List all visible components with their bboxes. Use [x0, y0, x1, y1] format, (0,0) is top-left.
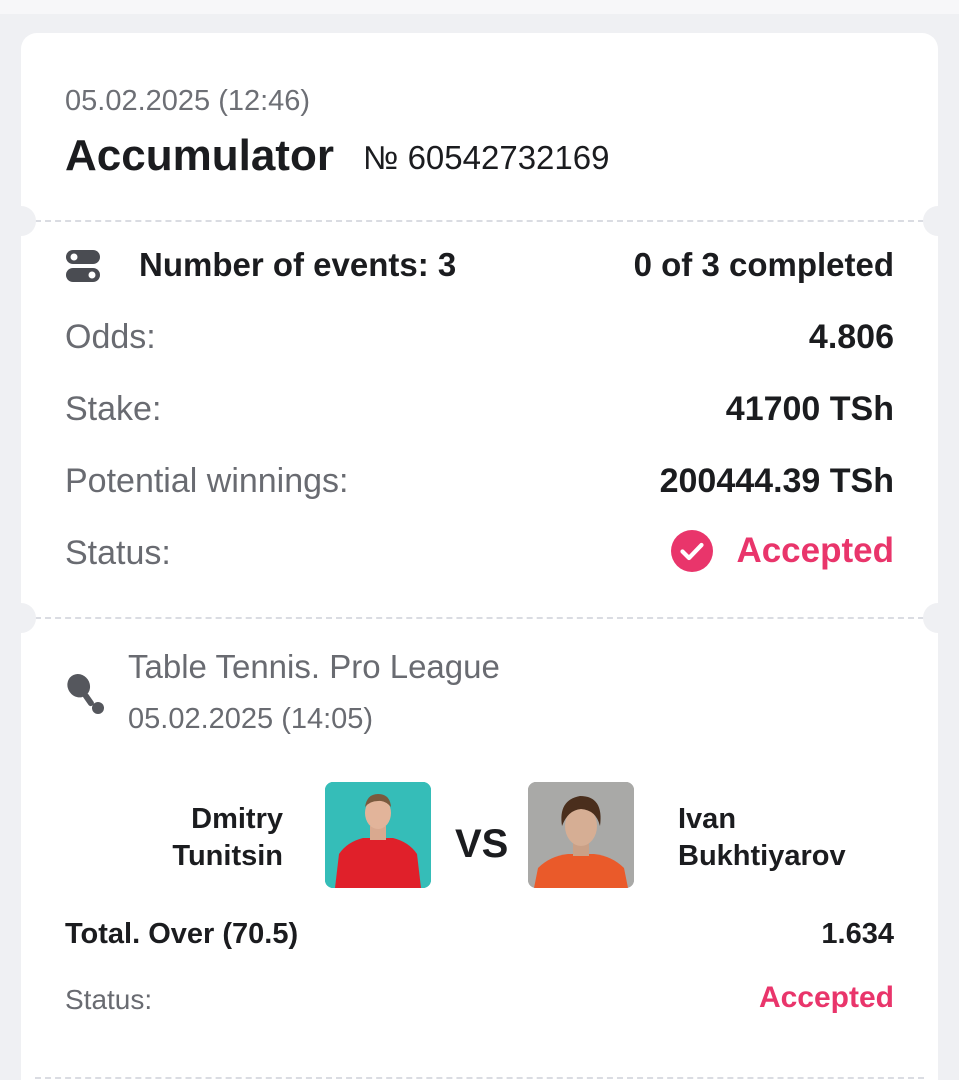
- ticket-notch-left: [6, 603, 36, 633]
- versus-label: VS: [455, 822, 509, 866]
- stake-value: 41700 TSh: [725, 390, 894, 428]
- check-circle-icon: [671, 530, 714, 572]
- odds-value: 4.806: [808, 318, 894, 356]
- market-odds: 1.634: [821, 918, 894, 950]
- table-tennis-icon: [67, 674, 104, 714]
- events-count-label: Number of events: 3: [139, 246, 457, 283]
- ticket-notch-right: [923, 206, 953, 236]
- status-label: Status:: [65, 534, 171, 572]
- market-label: Total. Over (70.5): [65, 918, 299, 950]
- event-date: 05.02.2025 (14:05): [128, 703, 374, 735]
- event-status-value: Accepted: [758, 981, 894, 1014]
- league-name: Table Tennis. Pro League: [128, 648, 500, 685]
- status-value: Accepted: [736, 531, 894, 570]
- ticket-divider: [35, 220, 924, 222]
- bet-card[interactable]: 05.02.2025 (12:46) Accumulator № 6054273…: [6, 33, 953, 1080]
- team1-avatar: [325, 782, 431, 888]
- page: 05.02.2025 (12:46) Accumulator № 6054273…: [0, 0, 959, 1080]
- completed-count: 0 of 3 completed: [633, 246, 894, 283]
- stake-label: Stake:: [65, 390, 162, 428]
- player-photo: [528, 782, 634, 888]
- top-bar: [0, 0, 959, 14]
- odds-label: Odds:: [65, 318, 156, 356]
- team2-name: Ivan Bukhtiyarov: [678, 803, 846, 872]
- bet-date: 05.02.2025 (12:46): [65, 85, 311, 117]
- ticket-notch-right: [923, 603, 953, 633]
- bet-number: № 60542732169: [363, 139, 610, 176]
- team2-avatar: [528, 782, 634, 888]
- potential-winnings-label: Potential winnings:: [65, 462, 349, 500]
- ticket-notch-left: [6, 206, 36, 236]
- ticket-divider: [35, 1077, 924, 1079]
- list-toggle-icon: [66, 250, 100, 282]
- event-status-label: Status:: [65, 984, 153, 1015]
- status-badge: Accepted: [670, 529, 894, 573]
- ticket-divider: [35, 617, 924, 619]
- player-photo: [325, 782, 431, 888]
- bet-type-title: Accumulator: [65, 131, 334, 180]
- team1-name: Dmitry Tunitsin: [172, 803, 283, 872]
- potential-winnings-value: 200444.39 TSh: [659, 462, 894, 500]
